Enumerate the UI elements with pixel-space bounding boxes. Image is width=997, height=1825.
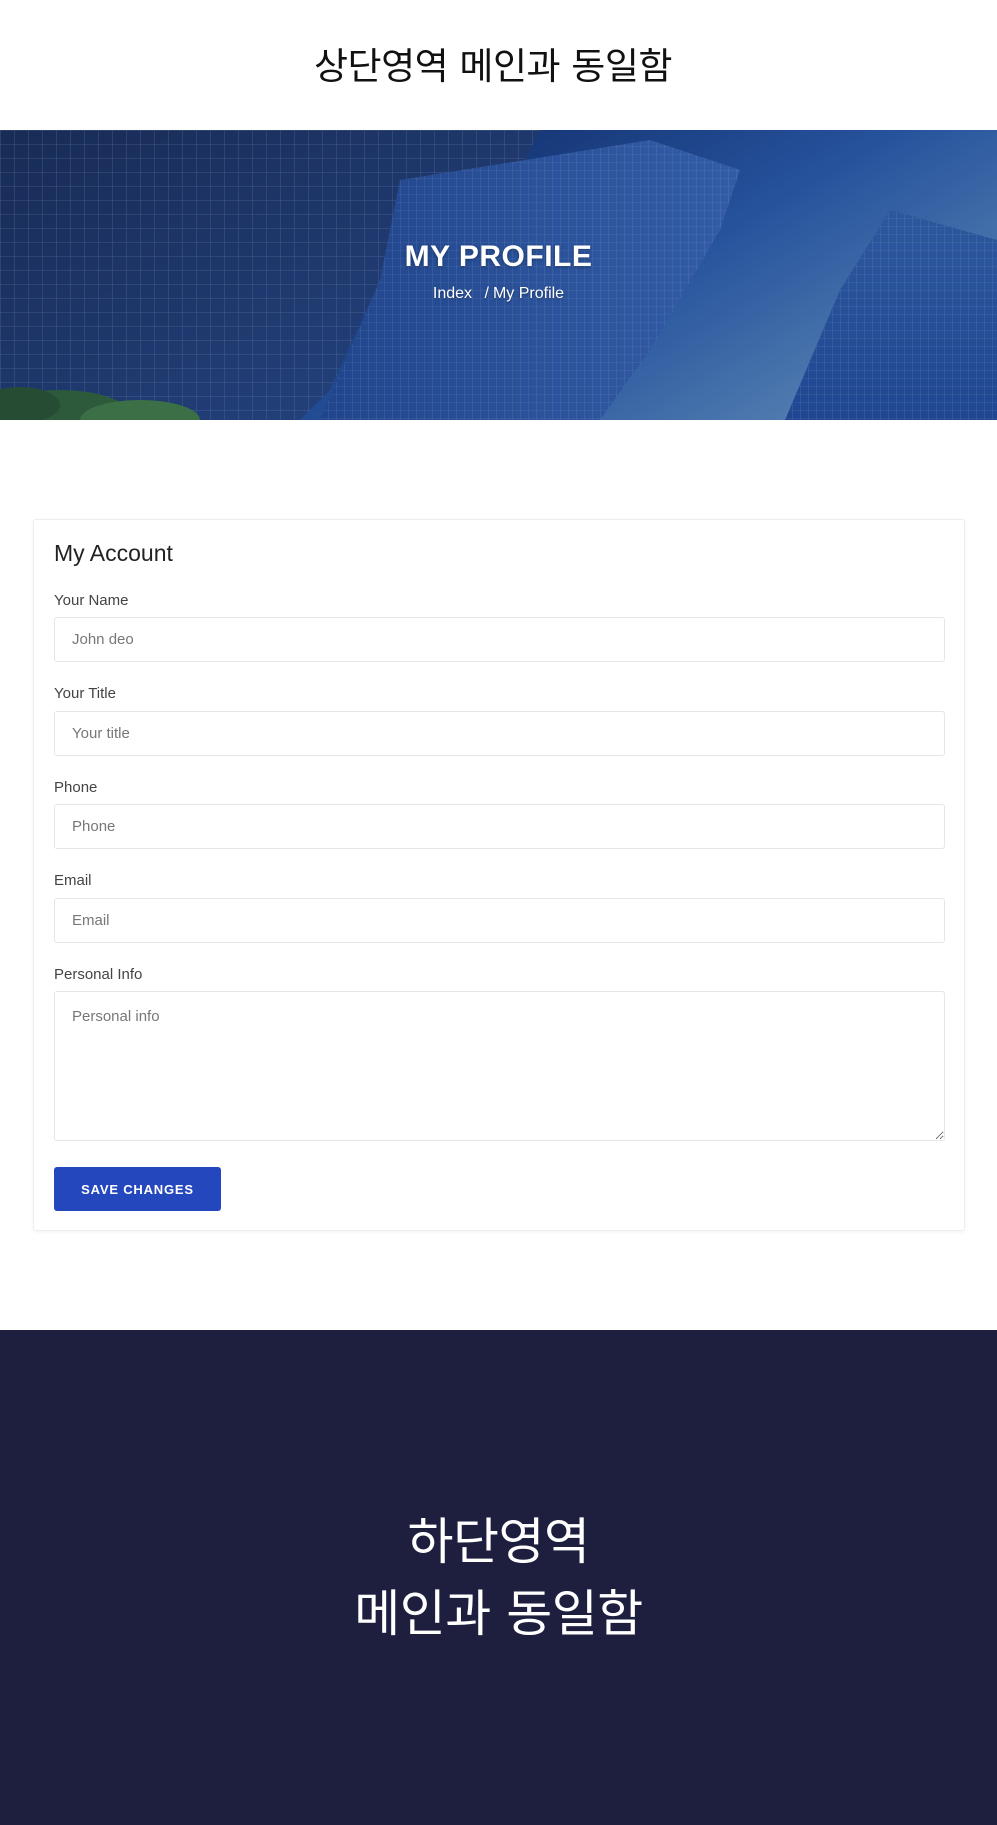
phone-input[interactable] [54,804,945,849]
footer-placeholder-line-1: 하단영역 [407,1513,591,1571]
footer-placeholder-line-2: 메인과 동일함 [354,1585,643,1643]
email-label: Email [54,872,92,889]
email-input[interactable] [54,898,945,943]
breadcrumb-home-link[interactable]: Index [433,285,472,302]
title-label: Your Title [54,685,116,702]
title-input[interactable] [54,711,945,756]
top-header-area: 상단영역 메인과 동일함 [0,0,997,130]
page-hero-banner: MY PROFILE Index / My Profile [0,130,997,420]
card-title: My Account [54,540,173,566]
breadcrumb-separator: / [484,285,489,302]
name-label: Your Name [54,592,129,609]
skyscraper-background-image [0,130,997,420]
page-title: MY PROFILE [404,240,593,273]
save-changes-button[interactable]: SAVE CHANGES [54,1167,221,1211]
footer-area: 하단영역 메인과 동일함 [0,1330,997,1825]
breadcrumb-current: My Profile [492,285,565,302]
header-placeholder-text: 상단영역 메인과 동일함 [314,45,672,88]
name-input[interactable] [54,617,945,662]
breadcrumb: Index / My Profile [0,285,997,303]
my-account-card: My Account Your Name Your Title Phone Em… [33,519,965,1231]
personal-info-label: Personal Info [54,966,143,983]
phone-label: Phone [54,779,98,796]
personal-info-textarea[interactable] [54,991,945,1141]
